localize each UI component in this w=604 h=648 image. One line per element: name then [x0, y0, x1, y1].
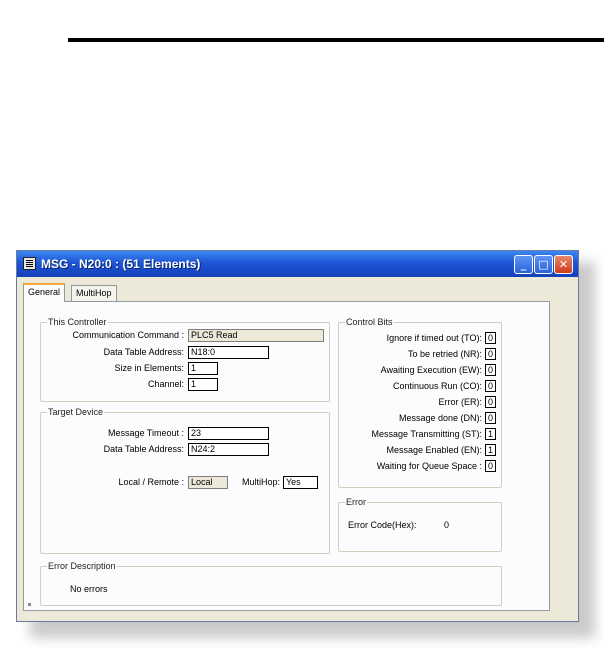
- error-code-label: Error Code(Hex):: [348, 520, 417, 530]
- multihop-label: MultiHop:: [241, 477, 280, 487]
- control-bit-label: Continuous Run (CO):: [392, 381, 482, 391]
- control-bit-value[interactable]: 1: [485, 444, 496, 456]
- control-bit-label: Message Transmitting (ST):: [371, 429, 482, 439]
- multihop-field[interactable]: Yes: [283, 476, 318, 489]
- channel-input[interactable]: 1: [188, 378, 218, 391]
- msg-dialog-window: MSG - N20:0 : (51 Elements) _ □ ✕ Genera…: [16, 250, 579, 622]
- general-tab-panel: This Controller Communication Command : …: [23, 301, 550, 611]
- size-in-elements-label: Size in Elements:: [114, 363, 184, 373]
- local-remote-label: Local / Remote :: [118, 477, 184, 487]
- control-bit-value[interactable]: 0: [485, 348, 496, 360]
- control-bit-value[interactable]: 0: [485, 412, 496, 424]
- data-table-address-input[interactable]: N18:0: [188, 346, 269, 359]
- target-device-legend: Target Device: [47, 407, 105, 417]
- communication-command-field[interactable]: PLC5 Read: [188, 329, 324, 342]
- error-legend: Error: [345, 497, 367, 507]
- tab-multihop[interactable]: MultiHop: [71, 285, 117, 301]
- minimize-button[interactable]: _: [514, 255, 533, 274]
- control-bit-label: To be retried (NR):: [407, 349, 482, 359]
- control-bit-value[interactable]: 0: [485, 364, 496, 376]
- this-controller-legend: This Controller: [47, 317, 108, 327]
- control-bit-label: Ignore if timed out (TO):: [386, 333, 482, 343]
- title-bar[interactable]: MSG - N20:0 : (51 Elements) _ □ ✕: [17, 251, 578, 277]
- error-code-value: 0: [444, 520, 450, 530]
- control-bit-value[interactable]: 0: [485, 332, 496, 344]
- control-bit-value[interactable]: 0: [485, 460, 496, 472]
- target-data-table-address-label: Data Table Address:: [103, 444, 184, 454]
- local-remote-field[interactable]: Local: [188, 476, 228, 489]
- channel-label: Channel:: [147, 379, 184, 389]
- control-bit-value[interactable]: 0: [485, 396, 496, 408]
- maximize-button[interactable]: □: [534, 255, 553, 274]
- control-bit-value[interactable]: 1: [485, 428, 496, 440]
- tab-general[interactable]: General: [23, 283, 66, 302]
- page-horizontal-rule: [68, 38, 604, 42]
- target-data-table-address-input[interactable]: N24:2: [188, 443, 269, 456]
- communication-command-label: Communication Command :: [72, 330, 184, 340]
- control-bit-label: Message done (DN):: [398, 413, 482, 423]
- control-bit-label: Waiting for Queue Space :: [376, 461, 482, 471]
- window-title: MSG - N20:0 : (51 Elements): [41, 257, 201, 271]
- control-bit-label: Message Enabled (EN):: [386, 445, 482, 455]
- app-icon: [23, 257, 36, 270]
- resize-grip-icon[interactable]: [28, 603, 31, 606]
- control-bit-label: Error (ER):: [438, 397, 483, 407]
- control-bit-value[interactable]: 0: [485, 380, 496, 392]
- message-timeout-label: Message Timeout :: [107, 428, 184, 438]
- error-description-text: No errors: [70, 584, 108, 594]
- error-description-legend: Error Description: [47, 561, 117, 571]
- size-in-elements-input[interactable]: 1: [188, 362, 218, 375]
- error-description-group: Error Description: [40, 561, 502, 606]
- message-timeout-input[interactable]: 23: [188, 427, 269, 440]
- data-table-address-label: Data Table Address:: [103, 347, 184, 357]
- control-bit-label: Awaiting Execution (EW):: [380, 365, 482, 375]
- close-button[interactable]: ✕: [554, 255, 573, 274]
- control-bits-legend: Control Bits: [345, 317, 394, 327]
